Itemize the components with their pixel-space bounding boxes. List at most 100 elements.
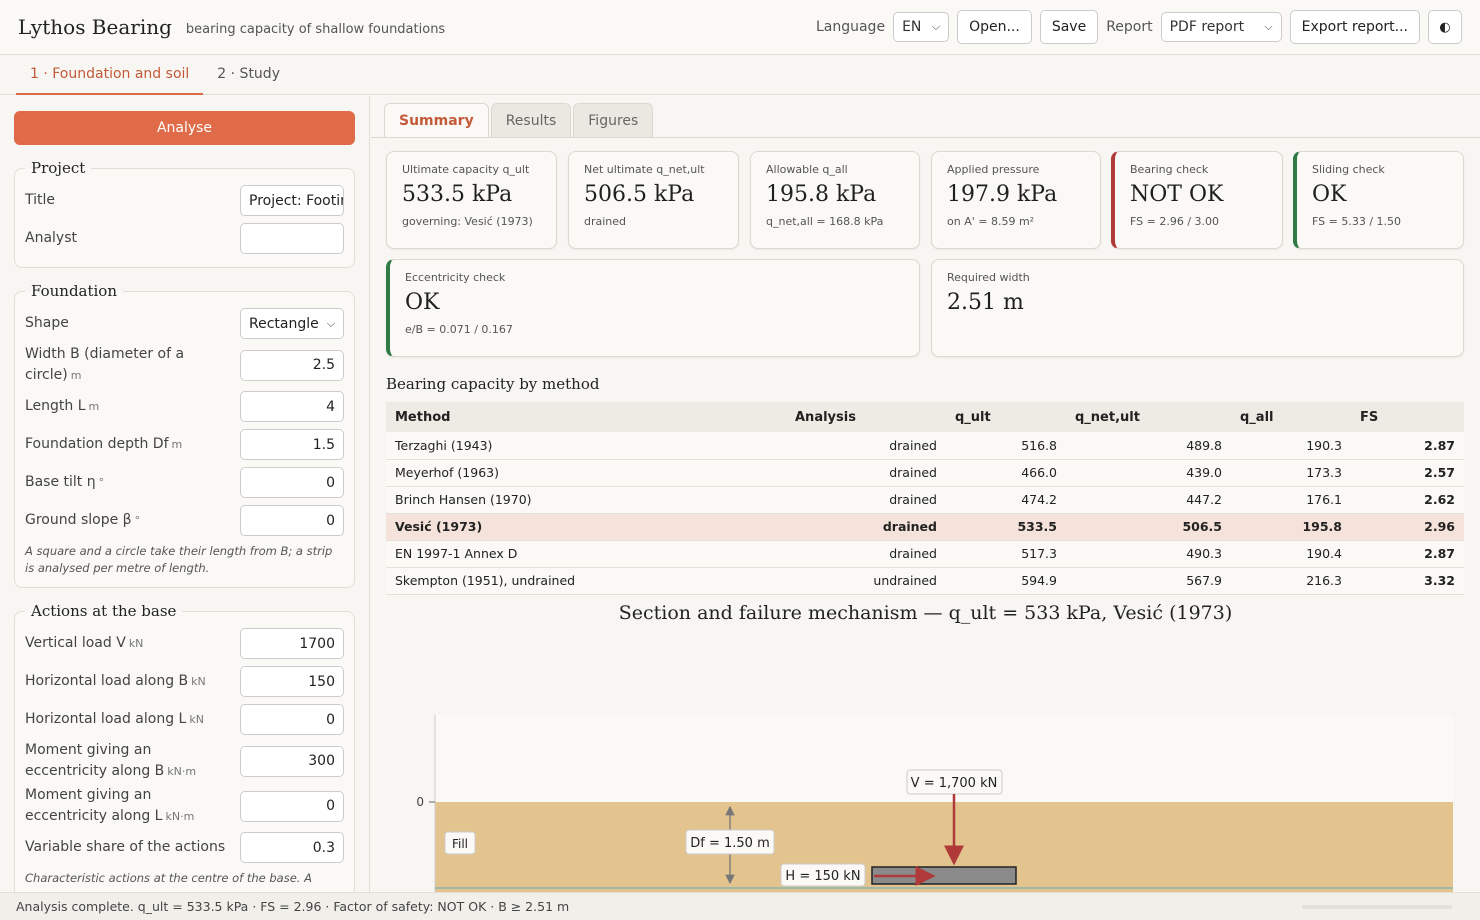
moment-l-input[interactable]: 0 — [240, 790, 344, 822]
col-fs: FS — [1351, 402, 1464, 432]
card-sliding-check: Sliding check OK FS = 5.33 / 1.50 — [1293, 151, 1464, 249]
width-unit: m — [70, 369, 82, 382]
tab-study[interactable]: 2 · Study — [203, 55, 294, 95]
status-bar: Analysis complete. q_ult = 533.5 kPa · F… — [0, 892, 1480, 920]
card-subtext: q_net,all = 168.8 kPa — [766, 215, 884, 228]
vertical-load-input[interactable]: 1700 — [240, 628, 344, 659]
width-label: Width B (diameter of a circle) — [25, 346, 185, 383]
moment-b-input[interactable]: 300 — [240, 745, 344, 777]
tab-figures[interactable]: Figures — [573, 103, 654, 137]
length-input[interactable]: 4 — [240, 391, 344, 422]
horizontal-scrollbar[interactable] — [1302, 905, 1452, 909]
card-required-width: Required width 2.51 m — [931, 259, 1464, 357]
analyst-input[interactable] — [240, 223, 344, 254]
card-title: Allowable q_all — [766, 163, 848, 176]
card-applied-pressure: Applied pressure 197.9 kPa on A' = 8.59 … — [931, 151, 1101, 249]
chevron-down-icon: ⌵ — [326, 316, 336, 330]
tilt-unit: ° — [98, 476, 105, 489]
analysis-cell: drained — [786, 459, 946, 487]
open-button[interactable]: Open... — [957, 10, 1032, 44]
card-subtext: FS = 2.96 / 3.00 — [1130, 215, 1220, 228]
actions-group: Actions at the base Vertical load VkN 17… — [14, 602, 355, 892]
col-method: Method — [386, 402, 786, 432]
qult-cell: 474.2 — [946, 486, 1066, 514]
tab-summary[interactable]: Summary — [384, 103, 489, 137]
analysis-cell: drained — [786, 513, 946, 541]
fs-cell: 2.87 — [1351, 540, 1464, 568]
card-value: OK — [1312, 182, 1347, 207]
depth-unit: m — [171, 438, 183, 451]
method-cell: Skempton (1951), undrained — [386, 567, 786, 595]
card-subtext: e/B = 0.071 / 0.167 — [405, 323, 513, 336]
vertical-load-label: V = 1,700 kN — [911, 776, 998, 791]
actions-note: Characteristic actions at the centre of … — [25, 871, 312, 885]
export-report-button[interactable]: Export report... — [1289, 10, 1420, 44]
table-row: Vesić (1973) drained 533.5 506.5 195.8 2.96 — [386, 513, 1464, 541]
table-row: EN 1997-1 Annex Ddrained 517.3 490.3 190.4 2… — [386, 540, 1464, 568]
horizontal-load-b-label: Horizontal load along B — [25, 673, 189, 689]
tab-results[interactable]: Results — [490, 103, 572, 137]
moment-l-label: Moment giving an eccentricity along L — [25, 787, 163, 824]
language-value: EN — [902, 19, 922, 35]
project-legend: Project — [31, 159, 86, 177]
card-subtext: governing: Vesić (1973) — [402, 215, 533, 228]
title-label: Title — [25, 192, 56, 208]
toolbar: Language EN ⌵ Open... Save Report PDF re… — [816, 10, 1462, 44]
qult-cell: 533.5 — [946, 513, 1066, 541]
analysis-cell: drained — [786, 540, 946, 568]
language-select[interactable]: EN ⌵ — [893, 12, 950, 42]
card-value: NOT OK — [1130, 182, 1224, 207]
card-title: Ultimate capacity q_ult — [402, 163, 530, 176]
card-value: 195.8 kPa — [766, 182, 877, 207]
fs-cell: 2.87 — [1351, 432, 1464, 460]
project-group: Project Title Project: Footing Analyst — [14, 159, 355, 268]
width-input[interactable]: 2.5 — [240, 349, 344, 381]
moment-l-unit: kN·m — [165, 810, 195, 823]
tilt-input[interactable]: 0 — [240, 467, 344, 498]
save-button[interactable]: Save — [1039, 10, 1099, 44]
methods-title: Bearing capacity by method — [386, 375, 600, 393]
card-subtext: FS = 5.33 / 1.50 — [1312, 215, 1402, 228]
horizontal-load-label: H = 150 kN — [785, 869, 860, 884]
report-select[interactable]: PDF report ⌵ — [1160, 12, 1282, 42]
section-figure: 0 Fill Df = 1.50 m V = 1,700 kN H = 150 … — [416, 715, 1453, 892]
fs-cell: 2.62 — [1351, 486, 1464, 514]
method-cell: Terzaghi (1943) — [386, 432, 786, 460]
depth-input[interactable]: 1.5 — [240, 429, 344, 460]
slope-unit: ° — [134, 514, 141, 527]
slope-input[interactable]: 0 — [240, 505, 344, 536]
col-qnet: q_net,ult — [1066, 402, 1231, 432]
slope-label: Ground slope β — [25, 512, 132, 528]
analysis-cell: drained — [786, 432, 946, 460]
theme-toggle-icon[interactable]: ◐ — [1428, 10, 1462, 44]
app-subtitle: bearing capacity of shallow foundations — [185, 21, 446, 37]
shape-select[interactable]: Rectangle ⌵ — [240, 308, 344, 339]
method-cell: Brinch Hansen (1970) — [386, 486, 786, 514]
qult-cell: 594.9 — [946, 567, 1066, 595]
card-value: 533.5 kPa — [402, 182, 513, 207]
tabs-divider — [371, 137, 1480, 138]
method-cell: Vesić (1973) — [386, 513, 786, 541]
col-analysis: Analysis — [786, 402, 946, 432]
step-tabs: 1 · Foundation and soil 2 · Study — [0, 55, 1480, 95]
tab-foundation-and-soil[interactable]: 1 · Foundation and soil — [16, 55, 204, 95]
variable-share-input[interactable]: 0.3 — [240, 832, 344, 863]
qnet-cell: 489.8 — [1066, 432, 1231, 460]
status-text: Analysis complete. q_ult = 533.5 kPa · F… — [16, 899, 570, 914]
foundation-group: Foundation Shape Rectangle ⌵ Width B (di… — [14, 282, 355, 588]
qall-cell: 195.8 — [1231, 513, 1351, 541]
foundation-legend: Foundation — [31, 282, 118, 300]
horizontal-load-b-input[interactable]: 150 — [240, 666, 344, 697]
col-qall: q_all — [1231, 402, 1351, 432]
qall-cell: 190.3 — [1231, 432, 1351, 460]
card-eccentricity-check: Eccentricity check OK e/B = 0.071 / 0.16… — [386, 259, 920, 357]
fill-label: Fill — [452, 837, 468, 851]
analyse-button[interactable]: Analyse — [14, 111, 355, 145]
depth-label: Df = 1.50 m — [690, 836, 770, 851]
card-title: Net ultimate q_net,ult — [584, 163, 705, 176]
tilt-label: Base tilt η — [25, 474, 96, 490]
card-value: OK — [405, 290, 440, 315]
horizontal-load-l-input[interactable]: 0 — [240, 704, 344, 735]
analysis-cell: drained — [786, 486, 946, 514]
title-input[interactable]: Project: Footing — [240, 185, 344, 216]
